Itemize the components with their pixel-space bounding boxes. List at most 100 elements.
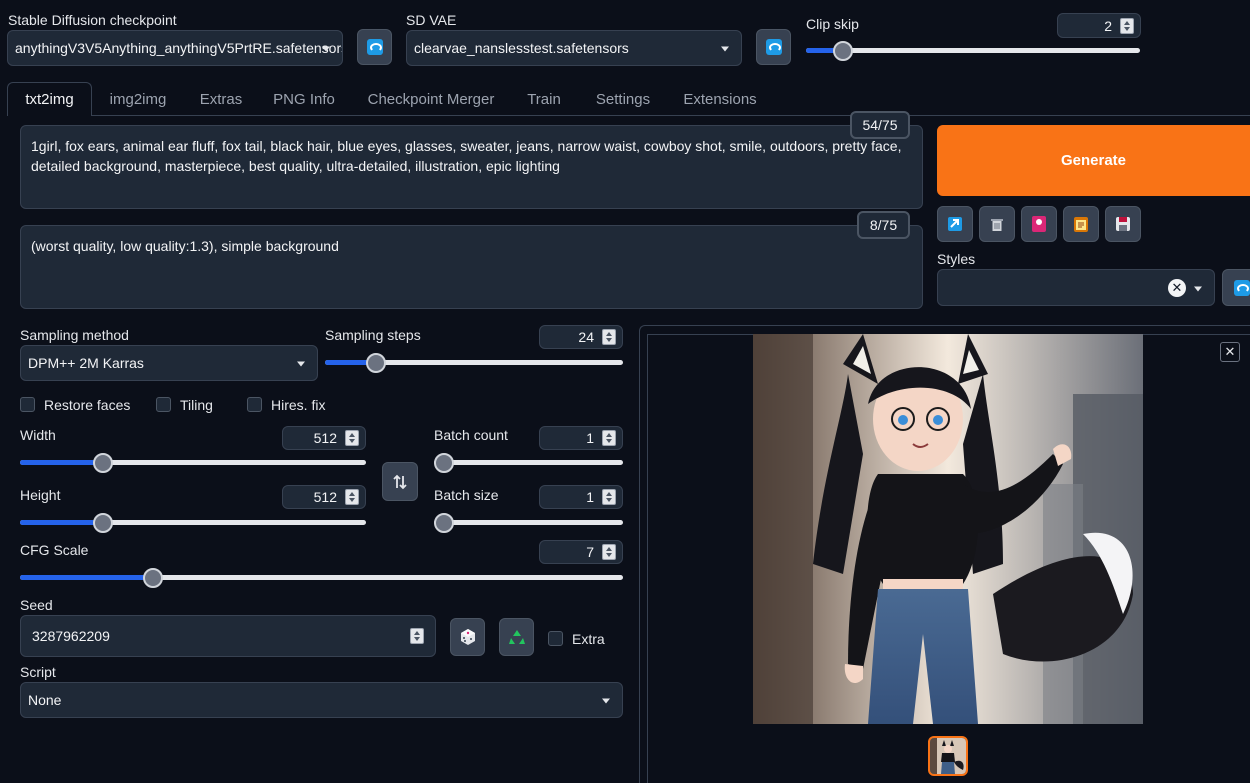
token-count: 54/75 <box>862 117 898 133</box>
batch-count-input[interactable]: 1 <box>539 426 623 450</box>
read-params-button[interactable] <box>937 206 973 242</box>
batch-size-slider[interactable] <box>434 512 623 533</box>
spinner-icon[interactable] <box>410 628 424 644</box>
width-value: 512 <box>313 430 337 446</box>
extra-seed-label: Extra <box>572 631 605 647</box>
batch-count-slider[interactable] <box>434 452 623 473</box>
gallery-thumbnail[interactable] <box>928 736 968 776</box>
tab-checkpoint-merger[interactable]: Checkpoint Merger <box>354 82 508 116</box>
spinner-icon[interactable] <box>345 489 359 505</box>
batch-size-input[interactable]: 1 <box>539 485 623 509</box>
spinner-icon[interactable] <box>602 430 616 446</box>
refresh-styles-button[interactable] <box>1222 269 1250 306</box>
refresh-icon <box>765 39 782 55</box>
slider-thumb[interactable] <box>434 452 454 473</box>
spinner-icon[interactable] <box>602 489 616 505</box>
spinner-icon[interactable] <box>345 430 359 446</box>
clip-skip-value: 2 <box>1104 17 1112 34</box>
spinner-icon[interactable] <box>602 329 616 345</box>
tab-png-info[interactable]: PNG Info <box>262 82 346 116</box>
script-dropdown[interactable]: None <box>20 682 623 718</box>
generated-image[interactable] <box>753 334 1143 724</box>
generate-button[interactable]: Generate <box>937 125 1250 196</box>
refresh-vae-button[interactable] <box>756 29 791 65</box>
clear-prompt-button[interactable] <box>979 206 1015 242</box>
cfg-scale-slider[interactable] <box>20 567 623 588</box>
sampling-steps-slider[interactable] <box>325 352 623 373</box>
random-seed-button[interactable] <box>450 618 485 656</box>
clip-skip-slider[interactable] <box>806 40 1140 61</box>
slider-thumb[interactable] <box>93 452 114 473</box>
width-input[interactable]: 512 <box>282 426 366 450</box>
prompt-token-counter: 54/75 <box>850 111 910 139</box>
tab-extensions[interactable]: Extensions <box>672 82 768 116</box>
tab-settings[interactable]: Settings <box>582 82 664 116</box>
chevron-down-icon <box>297 361 305 367</box>
checkpoint-value: anythingV3V5Anything_anythingV5PrtRE.saf… <box>15 40 343 56</box>
tab-divider <box>92 115 1250 116</box>
hires-fix-checkbox[interactable] <box>247 397 262 412</box>
checkpoint-dropdown[interactable]: anythingV3V5Anything_anythingV5PrtRE.saf… <box>7 30 343 66</box>
clear-x-icon[interactable]: ✕ <box>1168 279 1186 297</box>
apply-style-button[interactable] <box>1063 206 1099 242</box>
show-extra-networks-button[interactable] <box>1021 206 1057 242</box>
negative-prompt-text: (worst quality, low quality:1.3), simple… <box>31 238 339 254</box>
script-value: None <box>28 692 62 708</box>
restore-faces-checkbox[interactable] <box>20 397 35 412</box>
negative-token-counter: 8/75 <box>857 211 910 239</box>
cfg-scale-value: 7 <box>586 544 594 560</box>
sampling-method-value: DPM++ 2M Karras <box>28 355 144 371</box>
refresh-checkpoint-button[interactable] <box>357 29 392 65</box>
vae-label: SD VAE <box>406 12 457 28</box>
batch-count-value: 1 <box>586 430 594 446</box>
refresh-icon <box>366 39 383 55</box>
tab-txt2img[interactable]: txt2img <box>7 82 92 116</box>
vae-value: clearvae_nanslesstest.safetensors <box>414 40 629 56</box>
restore-faces-label: Restore faces <box>44 397 131 413</box>
token-count: 8/75 <box>869 217 898 233</box>
hires-fix-label: Hires. fix <box>271 397 326 413</box>
seed-input[interactable]: 3287962209 <box>20 615 436 657</box>
tab-img2img[interactable]: img2img <box>96 82 180 116</box>
tab-extras[interactable]: Extras <box>186 82 256 116</box>
slider-thumb[interactable] <box>142 567 163 588</box>
sampling-method-dropdown[interactable]: DPM++ 2M Karras <box>20 345 318 381</box>
tab-train[interactable]: Train <box>516 82 572 116</box>
spinner-icon[interactable] <box>1120 17 1134 34</box>
slider-thumb[interactable] <box>93 512 114 533</box>
spinner-icon[interactable] <box>602 544 616 560</box>
tab-label: Train <box>527 90 561 108</box>
chevron-down-icon <box>602 698 610 704</box>
swap-arrows-icon <box>393 474 407 489</box>
height-slider[interactable] <box>20 512 366 533</box>
tab-label: txt2img <box>25 91 74 108</box>
batch-size-value: 1 <box>586 489 594 505</box>
thumbnail-image-icon <box>930 738 966 774</box>
save-style-button[interactable] <box>1105 206 1141 242</box>
sampling-steps-input[interactable]: 24 <box>539 325 623 349</box>
slider-thumb[interactable] <box>832 40 853 61</box>
slider-fill <box>20 460 104 465</box>
styles-dropdown[interactable]: ✕ <box>937 269 1215 306</box>
chevron-down-icon <box>322 46 330 52</box>
tiling-checkbox[interactable] <box>156 397 171 412</box>
cfg-scale-input[interactable]: 7 <box>539 540 623 564</box>
clipboard-icon <box>1074 217 1088 232</box>
width-slider[interactable] <box>20 452 366 473</box>
arrow-icon <box>948 217 962 231</box>
close-icon[interactable]: ✕ <box>1220 342 1240 362</box>
clip-skip-input[interactable]: 2 <box>1057 13 1141 38</box>
swap-dimensions-button[interactable] <box>382 462 418 501</box>
recycle-icon <box>508 630 525 644</box>
batch-count-label: Batch count <box>434 427 508 443</box>
negative-prompt-textarea[interactable]: (worst quality, low quality:1.3), simple… <box>20 225 923 309</box>
batch-size-label: Batch size <box>434 487 499 503</box>
slider-thumb[interactable] <box>365 352 386 373</box>
vae-dropdown[interactable]: clearvae_nanslesstest.safetensors <box>406 30 742 66</box>
checkpoint-label: Stable Diffusion checkpoint <box>8 12 177 28</box>
slider-thumb[interactable] <box>434 512 454 533</box>
prompt-textarea[interactable]: 1girl, fox ears, animal ear fluff, fox t… <box>20 125 923 209</box>
reuse-seed-button[interactable] <box>499 618 534 656</box>
height-input[interactable]: 512 <box>282 485 366 509</box>
extra-seed-checkbox[interactable] <box>548 631 563 646</box>
